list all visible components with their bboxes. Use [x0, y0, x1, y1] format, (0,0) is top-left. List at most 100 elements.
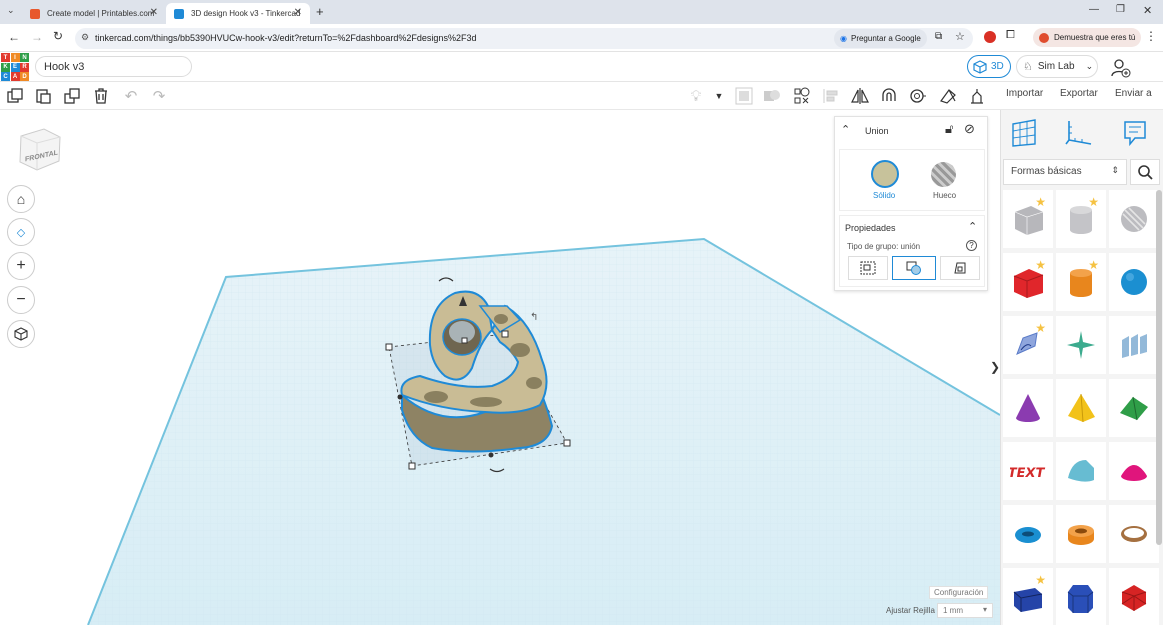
tab-list-chevron-icon[interactable]: ⌄	[7, 5, 15, 16]
ask-google-button[interactable]: ◉ Preguntar a Google	[834, 29, 927, 48]
lock-icon[interactable]: 🔓︎	[945, 121, 953, 137]
new-tab-icon[interactable]: +	[316, 4, 324, 19]
favorite-star-icon[interactable]: ★	[1088, 258, 1099, 272]
group-button[interactable]	[734, 86, 754, 106]
browser-tab-tinkercad[interactable]: 3D design Hook v3 - Tinkercad ✕	[166, 3, 310, 24]
design-title-field[interactable]: Hook v3	[35, 56, 192, 77]
shape-icosahedron[interactable]	[1109, 568, 1159, 626]
hide-bulb-icon[interactable]: ⊘	[964, 121, 975, 137]
url-field[interactable]: ⚙ tinkercad.com/things/bb5390HVUCw-hook-…	[75, 28, 973, 49]
grid-view-button[interactable]	[1009, 118, 1043, 150]
collapse-properties-chevron-icon[interactable]: ⌃	[968, 220, 977, 233]
shape-category-select[interactable]: Formas básicas ⇕	[1003, 159, 1127, 185]
duplicate-button[interactable]	[62, 86, 82, 106]
back-icon[interactable]: ←	[8, 30, 20, 44]
panel-scrollbar[interactable]	[1156, 190, 1162, 545]
forward-icon[interactable]: →	[31, 30, 43, 44]
mirror-button[interactable]	[850, 86, 870, 106]
reload-icon[interactable]: ↻	[53, 29, 63, 43]
site-info-icon[interactable]: ⚙	[81, 32, 89, 43]
shape-wedge[interactable]: ★	[1003, 568, 1053, 626]
shape-text[interactable]	[1109, 316, 1159, 374]
shape-star[interactable]	[1056, 316, 1106, 374]
import-button[interactable]: Importar	[1006, 88, 1043, 99]
fit-view-button[interactable]: ◇	[7, 218, 35, 246]
favorite-star-icon[interactable]: ★	[1088, 195, 1099, 209]
paste-button[interactable]	[33, 86, 53, 106]
shape-ring[interactable]	[1109, 505, 1159, 563]
close-tab-icon[interactable]: ✕	[294, 7, 302, 18]
favorite-star-icon[interactable]: ★	[1035, 573, 1046, 587]
hole-button[interactable]	[931, 162, 956, 187]
ungroup-button[interactable]	[762, 86, 782, 106]
paraboloid-icon	[1117, 454, 1151, 488]
shape-search-button[interactable]	[1130, 159, 1160, 185]
send-to-button[interactable]: Enviar a	[1115, 88, 1152, 99]
collapse-inspector-chevron-icon[interactable]: ⌃	[841, 123, 850, 136]
workplane-tool-button[interactable]	[938, 86, 958, 106]
ruler-button[interactable]	[1063, 118, 1097, 150]
camera-button[interactable]	[908, 86, 928, 106]
delete-button[interactable]	[91, 86, 111, 106]
close-window-icon[interactable]: ✕	[1143, 4, 1152, 17]
shape-polygon[interactable]	[1056, 568, 1106, 626]
shape-torus[interactable]	[1003, 505, 1053, 563]
align-button[interactable]	[792, 86, 812, 106]
close-tab-icon[interactable]: ✕	[150, 7, 158, 18]
shape-cylinder[interactable]: ★	[1056, 253, 1106, 311]
bookmark-star-icon[interactable]: ☆	[955, 30, 965, 43]
light-bulb-button[interactable]: 💡︎	[686, 86, 706, 106]
copy-button[interactable]	[5, 86, 25, 106]
shape-cylinder-hole[interactable]: ★	[1056, 190, 1106, 248]
shape-roof[interactable]	[1109, 379, 1159, 437]
snap-grid-select[interactable]: 1 mm ▾	[937, 603, 993, 618]
zoom-out-button[interactable]: −	[7, 286, 35, 314]
solid-color-button[interactable]	[871, 160, 899, 188]
browser-menu-icon[interactable]: ⋮	[1145, 29, 1157, 43]
extensions-icon[interactable]: ⧠	[1006, 29, 1015, 42]
cruise-button[interactable]	[879, 86, 899, 106]
profile-prompt-button[interactable]: Demuestra que eres tú	[1033, 28, 1142, 47]
favorite-star-icon[interactable]: ★	[1035, 258, 1046, 272]
build-tool-button[interactable]	[967, 86, 987, 106]
shape-half-cylinder[interactable]	[1056, 442, 1106, 500]
add-user-icon[interactable]	[1110, 57, 1132, 79]
group-union-bbox-button[interactable]	[848, 256, 888, 280]
shape-tube[interactable]	[1056, 505, 1106, 563]
group-union-hull-button[interactable]	[940, 256, 980, 280]
browser-tab-printables[interactable]: Create model | Printables.com ✕	[22, 3, 166, 24]
shape-paraboloid[interactable]	[1109, 442, 1159, 500]
notes-dropdown[interactable]: ▼	[709, 86, 729, 106]
undo-button[interactable]: ↶	[121, 86, 141, 106]
align-disabled-button[interactable]	[821, 86, 841, 106]
perspective-button[interactable]	[7, 320, 35, 348]
settings-button[interactable]: Configuración	[929, 586, 989, 599]
shape-box[interactable]: ★	[1003, 253, 1053, 311]
redo-button[interactable]: ↷	[149, 86, 169, 106]
view-cube[interactable]: FRONTAL	[17, 126, 63, 176]
group-union-shape-button[interactable]	[892, 256, 936, 280]
collapse-panel-chevron-icon[interactable]: ❯	[990, 360, 1000, 374]
tinkercad-logo[interactable]: T I N K E R C A D	[1, 53, 29, 81]
workspace-selector[interactable]: ♘ Sim Lab ⌄	[1016, 55, 1098, 78]
shape-scribble[interactable]: ★	[1003, 316, 1053, 374]
cast-icon[interactable]: ⧉	[935, 31, 942, 42]
shape-sphere[interactable]	[1109, 253, 1159, 311]
shape-pyramid[interactable]	[1056, 379, 1106, 437]
shape-box-hole[interactable]: ★	[1003, 190, 1053, 248]
home-view-button[interactable]: ⌂	[7, 185, 35, 213]
help-icon[interactable]: ?	[966, 240, 977, 251]
zoom-in-button[interactable]: +	[7, 252, 35, 280]
minimize-icon[interactable]: —	[1089, 4, 1099, 15]
shape-sphere-hole[interactable]	[1109, 190, 1159, 248]
3d-mode-button[interactable]: 3D	[967, 55, 1011, 78]
maximize-icon[interactable]: ❐	[1116, 4, 1125, 15]
shape-cone[interactable]	[1003, 379, 1053, 437]
favorite-star-icon[interactable]: ★	[1035, 195, 1046, 209]
export-button[interactable]: Exportar	[1060, 88, 1098, 99]
favorite-star-icon[interactable]: ★	[1035, 321, 1046, 335]
notes-button[interactable]	[1119, 118, 1153, 150]
shape-text-3d[interactable]: TEXT	[1003, 442, 1053, 500]
adblock-icon[interactable]	[984, 31, 996, 43]
cone-icon	[1011, 391, 1045, 425]
